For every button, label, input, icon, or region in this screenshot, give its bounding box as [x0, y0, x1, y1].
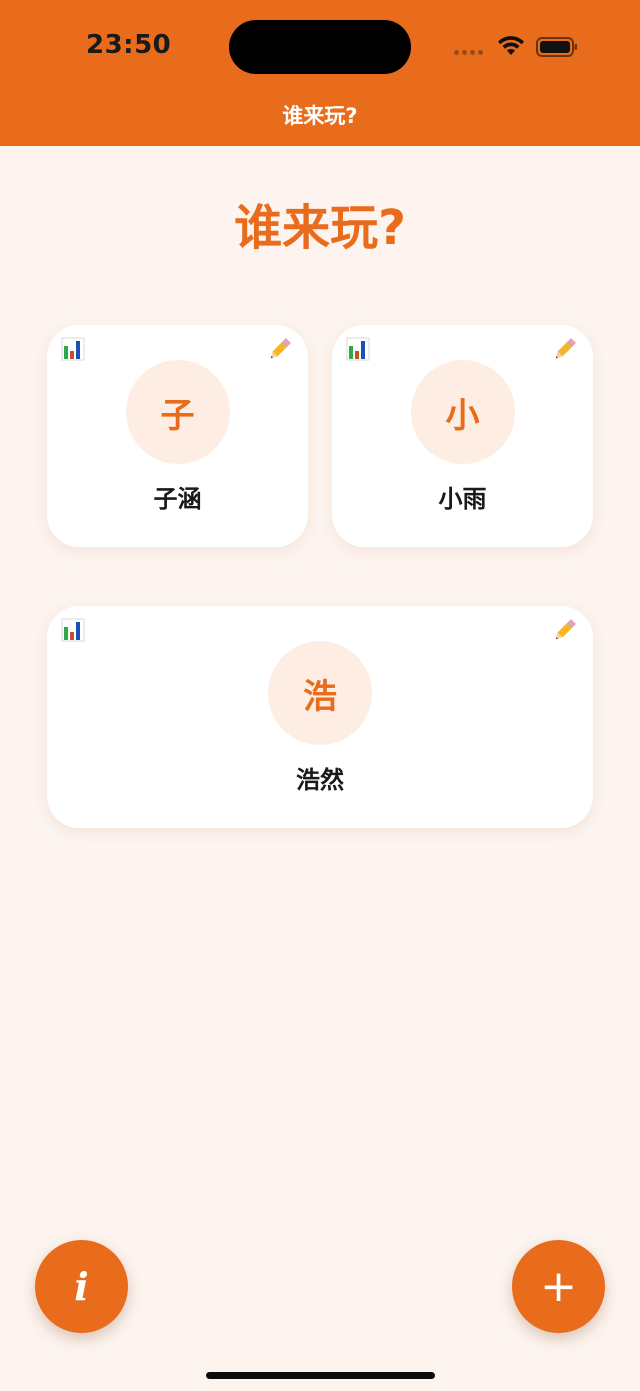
player-name: 小雨 — [438, 485, 487, 513]
home-indicator[interactable] — [206, 1372, 435, 1379]
bar-chart-icon[interactable] — [61, 618, 85, 642]
player-name: 子涵 — [153, 485, 202, 513]
wifi-icon — [498, 36, 524, 55]
info-button[interactable]: i — [35, 1240, 128, 1333]
bar-chart-icon[interactable] — [61, 337, 85, 361]
pencil-icon[interactable] — [551, 335, 579, 363]
info-icon: i — [74, 1264, 89, 1309]
player-name: 浩然 — [296, 766, 344, 794]
player-card[interactable]: 子 子涵 — [47, 325, 308, 547]
app-screen: 23:50 谁来玩? 谁来玩? 子 子涵 小 小雨 浩 浩然 i + — [0, 0, 640, 1391]
header-bar: 23:50 谁来玩? — [0, 0, 640, 146]
plus-icon: + — [540, 1261, 577, 1312]
nav-title: 谁来玩? — [282, 104, 358, 128]
bar-chart-icon[interactable] — [346, 337, 370, 361]
battery-icon — [536, 37, 577, 57]
pencil-icon[interactable] — [551, 616, 579, 644]
status-time: 23:50 — [86, 30, 172, 60]
page-title: 谁来玩? — [234, 200, 406, 256]
pencil-icon[interactable] — [266, 335, 294, 363]
player-card[interactable]: 浩 浩然 — [47, 606, 593, 828]
cellular-signal-icon — [454, 50, 483, 55]
avatar: 子 — [125, 360, 230, 464]
player-card[interactable]: 小 小雨 — [332, 325, 593, 547]
dynamic-island — [229, 20, 411, 74]
avatar: 小 — [410, 360, 515, 464]
add-player-button[interactable]: + — [512, 1240, 605, 1333]
avatar: 浩 — [268, 641, 372, 745]
